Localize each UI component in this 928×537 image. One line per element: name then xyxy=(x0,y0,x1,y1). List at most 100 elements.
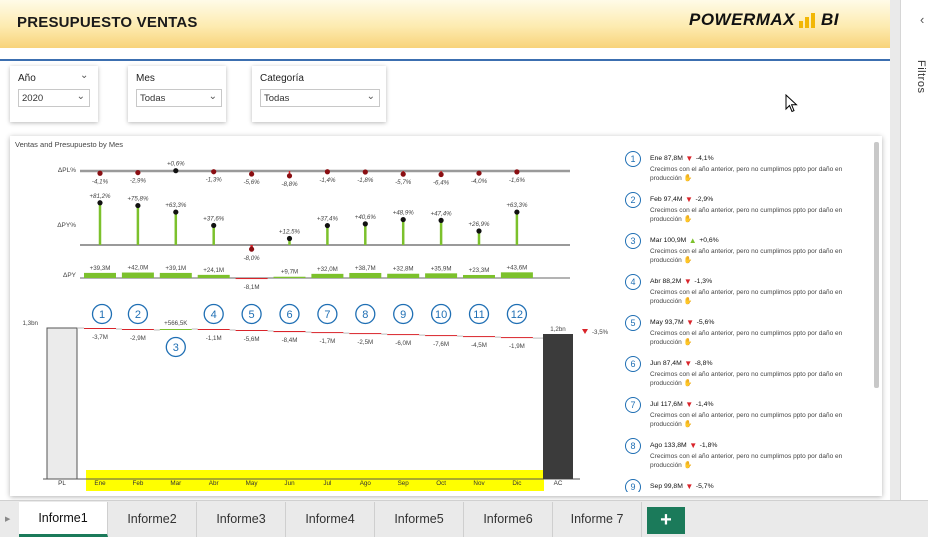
dpy-label: +24,1M xyxy=(203,267,224,274)
dpy-label: +32,0M xyxy=(317,266,338,273)
comment-month-value: May 93,7M xyxy=(650,319,684,326)
comment-header: Jul 117,6M ▼ -1,4% xyxy=(650,400,714,409)
tab-informe5[interactable]: Informe5 xyxy=(375,502,464,537)
tab-informe3[interactable]: Informe3 xyxy=(197,502,286,537)
dpl-dot xyxy=(97,170,103,176)
dpy-label: +43,6M xyxy=(506,264,527,271)
comment-item: 7 Jul 117,6M ▼ -1,4% Crecimos con el año ant… xyxy=(620,396,868,436)
slicer-category-value: Todas xyxy=(264,93,290,104)
filters-label[interactable]: Filtros xyxy=(915,60,927,93)
comment-item: 5 May 93,7M ▼ -5,6% Crecimos con el año ante… xyxy=(620,314,868,354)
dpl-label: -5,6% xyxy=(244,179,261,186)
slicer-month[interactable]: Mes Todas ⌄ xyxy=(128,66,226,122)
comment-item: 9 Sep 99,8M ▼ -5,7% xyxy=(620,478,868,492)
dpl-dot xyxy=(476,170,482,176)
slicer-year[interactable]: Año ⌄ 2020 ⌄ xyxy=(10,66,98,122)
comment-number: 5 xyxy=(625,315,641,331)
row-label-dpy-pct: ΔPY% xyxy=(57,222,76,229)
x-label-month: Dic xyxy=(512,480,521,487)
slicer-year-dropdown[interactable]: 2020 ⌄ xyxy=(18,89,90,107)
note-marker-number: 6 xyxy=(286,309,292,321)
dpy-pct-label: +48,9% xyxy=(393,210,415,217)
comment-number: 1 xyxy=(625,151,641,167)
mouse-cursor-icon xyxy=(785,94,798,113)
wf-delta-bar xyxy=(425,335,458,337)
wf-delta-label: -4,5M xyxy=(471,342,487,349)
dpy-pct-label: +63,3% xyxy=(506,202,528,209)
wf-delta-label: -2,5M xyxy=(357,339,373,346)
dpy-label: -8,1M xyxy=(244,284,260,291)
wf-delta-bar xyxy=(273,331,306,333)
add-page-button[interactable]: + xyxy=(647,507,685,534)
tab-scroll-icon[interactable]: ▶ xyxy=(5,515,10,523)
filters-pane[interactable]: ‹ Filtros xyxy=(900,0,928,500)
comment-month-value: Jul 117,6M xyxy=(650,401,683,408)
header-divider xyxy=(0,59,890,61)
dpy-bar xyxy=(84,272,116,278)
row-label-dpl: ΔPL% xyxy=(58,167,76,174)
comment-delta: -1,3% xyxy=(694,278,713,285)
thumbs-down-icon: ✋ xyxy=(681,339,693,346)
tab-informe2[interactable]: Informe2 xyxy=(108,502,197,537)
comment-month-value: Ene 87,8M xyxy=(650,155,683,162)
x-label-month: Abr xyxy=(209,480,219,487)
triangle-down-icon: ▼ xyxy=(689,441,698,450)
tab-informe6[interactable]: Informe6 xyxy=(464,502,553,537)
dpy-pct-dot xyxy=(173,209,179,215)
wf-delta-label: -6,0M xyxy=(395,340,411,347)
wf-delta-label: -1,1M xyxy=(206,335,222,342)
dpy-pct-dot xyxy=(249,246,255,252)
wf-start-bar xyxy=(46,327,78,480)
triangle-down-icon: ▼ xyxy=(683,277,692,286)
comment-delta: +0,6% xyxy=(699,237,719,244)
dpl-dot xyxy=(211,169,217,175)
dpl-dot xyxy=(324,169,330,175)
comment-header: May 93,7M ▼ -5,6% xyxy=(650,318,714,327)
comment-text: Crecimos con el año anterior, pero no cu… xyxy=(650,288,864,306)
comment-item: 1 Ene 87,8M ▼ -4,1% Crecimos con el año ante… xyxy=(620,150,868,190)
dpy-bar xyxy=(311,273,344,278)
slicer-year-value: 2020 xyxy=(22,93,44,104)
slicer-year-title: Año xyxy=(18,73,36,84)
note-marker-number: 8 xyxy=(362,309,368,321)
wf-delta-label: -5,6M xyxy=(244,336,260,343)
tab-informe4[interactable]: Informe4 xyxy=(286,502,375,537)
comment-text-body: Crecimos con el año anterior, pero no cu… xyxy=(650,453,843,469)
dpl-label: -2,9% xyxy=(130,178,147,185)
wf-delta-label: -1,7M xyxy=(319,338,335,345)
triangle-down-icon: ▼ xyxy=(686,318,695,327)
collapse-left-icon[interactable]: ‹ xyxy=(920,12,924,27)
dpy-pct-dot xyxy=(286,235,293,242)
slicer-category[interactable]: Categoría Todas ⌄ xyxy=(252,66,386,122)
tab-informe-7[interactable]: Informe 7 xyxy=(553,502,642,537)
report-canvas: PRESUPUESTO VENTAS POWERMAX BI Año ⌄ 202… xyxy=(0,0,928,537)
dpl-dot xyxy=(286,173,293,179)
waterfall-visual[interactable]: Ventas and Presupuesto by Mes ΔPL% ΔPY% ΔP… xyxy=(10,136,882,496)
note-marker-number: 7 xyxy=(324,309,330,321)
x-label-month: Jul xyxy=(323,480,331,487)
slicer-month-dropdown[interactable]: Todas ⌄ xyxy=(136,89,222,107)
dpy-label: +9,7M xyxy=(281,269,298,276)
dpy-bar xyxy=(387,273,420,278)
dpl-dot xyxy=(438,171,444,178)
comment-month-value: Abr 88,2M xyxy=(650,278,682,285)
triangle-down-icon: ▼ xyxy=(685,154,694,163)
note-marker-number: 4 xyxy=(211,309,217,321)
comments-scrollbar[interactable] xyxy=(874,142,879,388)
triangle-down-icon: ▼ xyxy=(685,482,694,491)
row-label-dpy: ΔPY xyxy=(63,272,77,279)
comment-item: 3 Mar 100,9M ▲ +0,6% Crecimos con el año ant… xyxy=(620,232,868,272)
wf-delta-bar xyxy=(387,334,420,336)
x-label-end: AC xyxy=(554,480,563,487)
wf-delta-bar xyxy=(84,328,116,329)
dpy-pct-label: +37,6% xyxy=(203,215,225,222)
slicer-category-dropdown[interactable]: Todas ⌄ xyxy=(260,89,380,107)
comment-delta: -5,6% xyxy=(696,319,715,326)
dpy-pct-label: +63,3% xyxy=(165,202,187,209)
dpy-bar xyxy=(159,272,192,278)
wf-delta-bar xyxy=(463,336,495,338)
report-header: PRESUPUESTO VENTAS POWERMAX BI xyxy=(0,0,890,48)
comment-text-body: Crecimos con el año anterior, pero no cu… xyxy=(650,207,843,223)
tab-informe1[interactable]: Informe1 xyxy=(19,502,108,537)
chevron-down-icon[interactable]: ⌄ xyxy=(80,70,88,81)
